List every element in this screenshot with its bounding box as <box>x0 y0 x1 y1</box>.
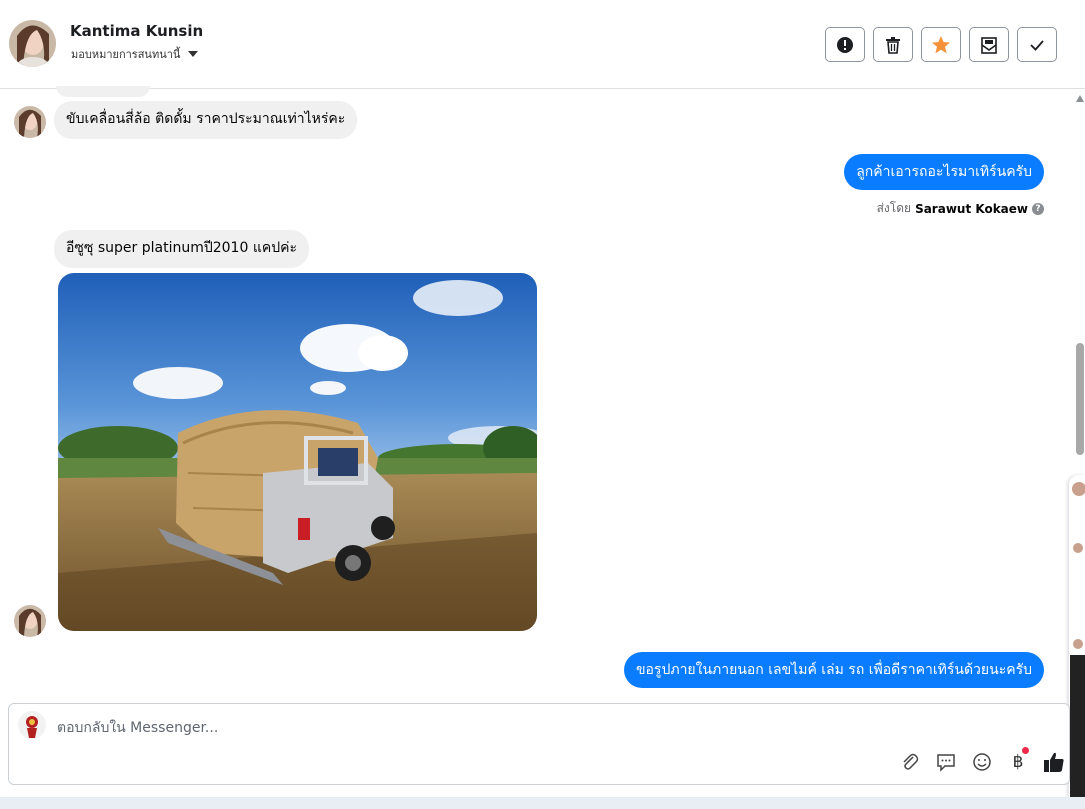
previous-message-bubble-edge <box>56 86 150 97</box>
paperclip-icon <box>903 753 919 770</box>
emoji-icon <box>973 753 991 771</box>
scroll-up-arrow-icon[interactable] <box>1076 95 1084 102</box>
panel-avatar <box>1072 482 1085 496</box>
help-icon[interactable]: ? <box>1032 202 1044 215</box>
report-button[interactable] <box>825 27 865 62</box>
contact-avatar-small <box>14 605 46 637</box>
panel-dark-section <box>1070 655 1085 809</box>
mail-icon <box>981 36 997 54</box>
header-actions <box>825 27 1057 62</box>
outgoing-message: ลูกค้าเอารถอะไรมาเทิร์นครับ <box>844 154 1044 190</box>
page-avatar <box>18 711 46 739</box>
sent-by-name[interactable]: Sarawut Kokaew <box>915 202 1028 216</box>
reply-input[interactable] <box>57 718 957 738</box>
exclamation-icon <box>837 36 853 53</box>
scrollbar-thumb[interactable] <box>1076 343 1084 455</box>
saved-replies-button[interactable] <box>935 751 957 773</box>
caret-down-icon <box>188 51 199 57</box>
star-button[interactable] <box>921 27 961 62</box>
delete-button[interactable] <box>873 27 913 62</box>
check-icon <box>1030 39 1044 51</box>
panel-avatar <box>1073 639 1083 649</box>
contact-avatar-small <box>14 106 46 138</box>
assign-label: มอบหมายการสนทนานี้ <box>71 48 181 61</box>
sent-by-prefix: ส่งโดย <box>876 201 912 215</box>
conversation-header: Kantima Kunsin มอบหมายการสนทนานี้ <box>0 0 1085 89</box>
saved-replies-icon <box>937 754 955 772</box>
contact-avatar[interactable] <box>9 20 56 67</box>
like-button[interactable] <box>1043 751 1065 773</box>
contact-name[interactable]: Kantima Kunsin <box>70 22 203 40</box>
outgoing-message: ขอรูปภายในภายนอก เลขไมค์ เล่ม รถ เพื่อดี… <box>623 652 1044 688</box>
assign-conversation-dropdown[interactable]: มอบหมายการสนทนานี้ <box>71 45 199 63</box>
payment-button[interactable]: ฿ <box>1007 747 1029 773</box>
sent-by-label: ส่งโดย Sarawut Kokaew ? <box>877 199 1044 218</box>
notification-dot <box>1022 747 1029 754</box>
incoming-message: อีซูซุ super platinumปี2010 แคปค่ะ <box>54 230 309 268</box>
emoji-button[interactable] <box>971 751 993 773</box>
panel-avatar <box>1073 543 1083 553</box>
page-footer <box>0 797 1085 809</box>
star-icon <box>932 35 950 53</box>
attach-button[interactable] <box>899 751 921 773</box>
side-conversation-panel[interactable] <box>1068 475 1085 809</box>
mark-done-button[interactable] <box>1017 27 1057 62</box>
baht-icon: ฿ <box>1012 752 1024 772</box>
trash-icon <box>886 36 900 54</box>
thumbs-up-icon <box>1044 752 1064 772</box>
incoming-message: ขับเคลื่อนสี่ล้อ ติดดั้ม ราคาประมาณเท่าไ… <box>54 101 358 139</box>
composer-toolbar: ฿ <box>899 747 1065 773</box>
truck-with-hay-photo[interactable] <box>58 273 537 631</box>
reply-composer: ฿ <box>8 703 1070 785</box>
move-to-inbox-button[interactable] <box>969 27 1009 62</box>
